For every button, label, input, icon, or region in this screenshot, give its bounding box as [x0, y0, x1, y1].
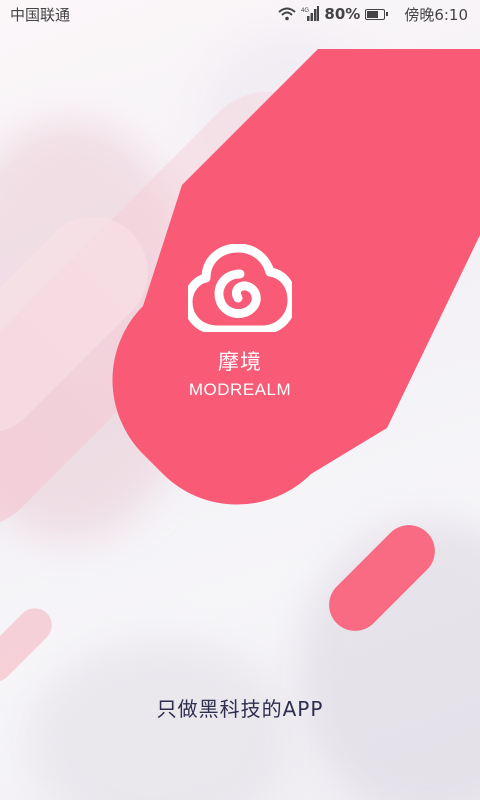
carrier-label: 中国联通 — [10, 5, 71, 24]
cloud-swirl-icon — [188, 244, 292, 332]
decorative-tiny-pill — [0, 601, 59, 689]
svg-text:4G: 4G — [301, 8, 309, 14]
status-bar: 中国联通 4G 80% 傍晚6:10 — [0, 0, 480, 28]
clock-time: 傍晚6:10 — [404, 5, 468, 24]
app-name-english: MODREALM — [188, 380, 292, 399]
app-name: 摩境 — [218, 350, 262, 374]
status-icons: 4G 80% 傍晚6:10 — [278, 4, 468, 25]
wifi-icon — [278, 7, 297, 21]
battery-icon — [365, 8, 389, 20]
battery-percent: 80% — [324, 5, 361, 23]
slogan-text: 只做黑科技的APP — [156, 697, 324, 721]
battery-fill — [367, 10, 379, 18]
splash-screen: 中国联通 4G 80% 傍晚6:10 摩境 MODREALM 只做黑科技的APP — [0, 0, 480, 800]
signal-icon: 4G — [301, 6, 320, 21]
